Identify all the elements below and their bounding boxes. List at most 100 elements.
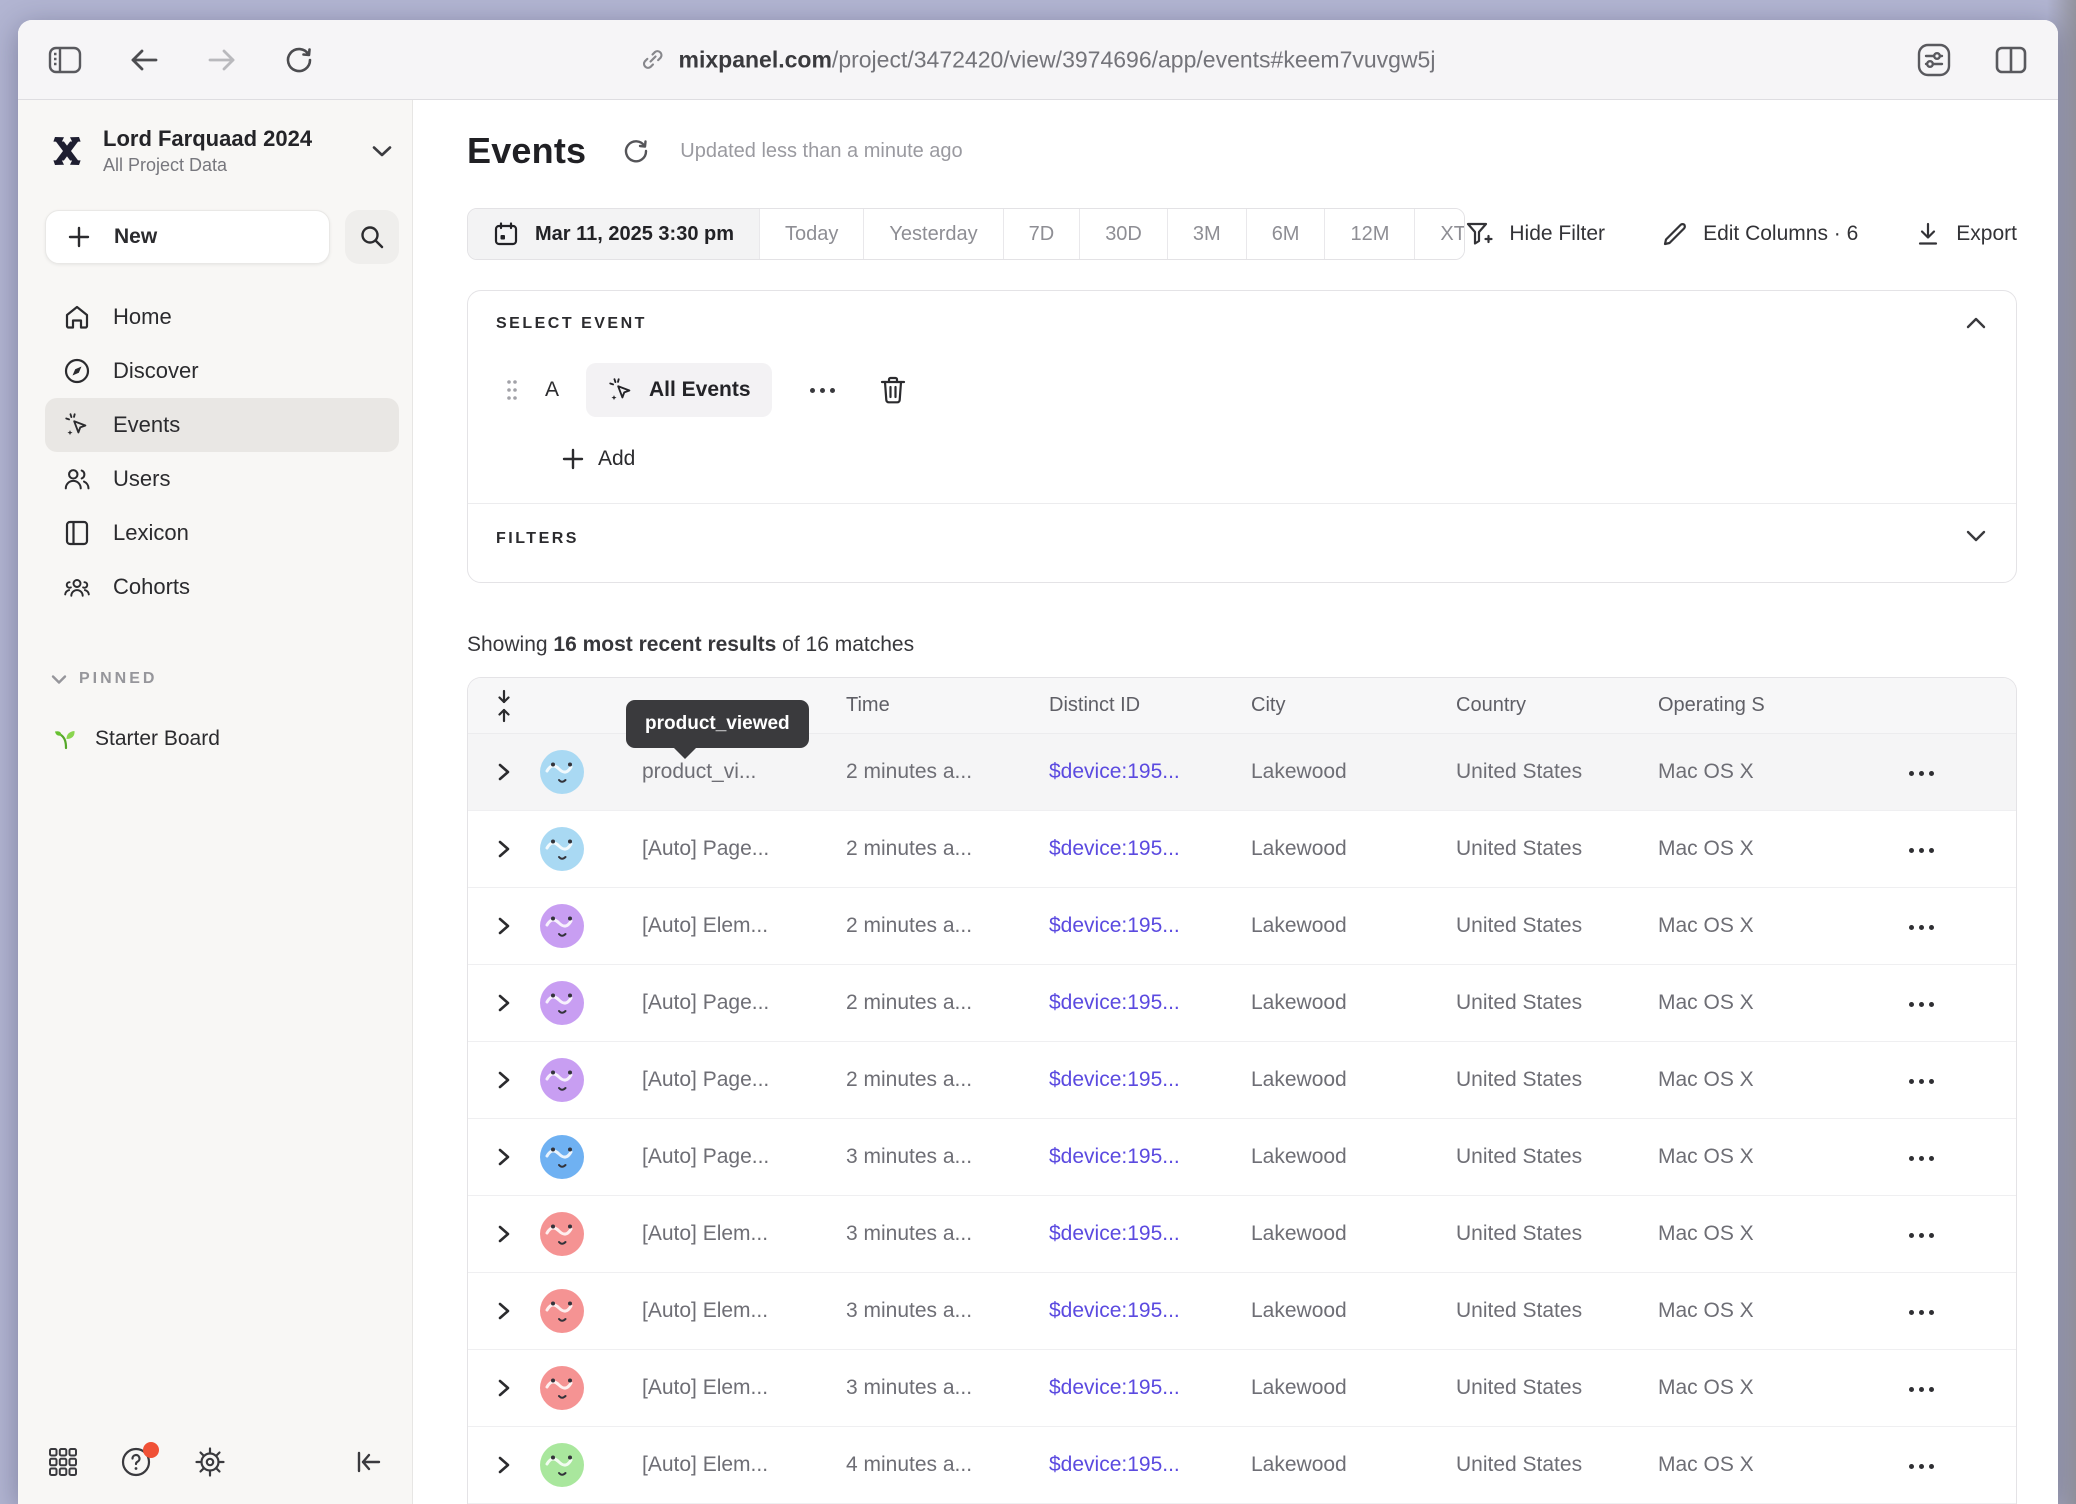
app-sidebar: Lord Farquaad 2024 All Project Data New [18, 100, 413, 1504]
sidebar-item-cohorts[interactable]: Cohorts [45, 560, 399, 614]
apps-grid-button[interactable] [46, 1445, 80, 1479]
hide-filter-button[interactable]: Hide Filter [1465, 220, 1605, 248]
export-button[interactable]: Export [1914, 220, 2017, 248]
sidebar-item-users[interactable]: Users [45, 452, 399, 506]
add-event-button[interactable]: Add [562, 447, 635, 471]
distinct-id[interactable]: $device:195... [1049, 1453, 1251, 1477]
expand-row-button[interactable] [468, 839, 540, 859]
range-7d[interactable]: 7D [1004, 209, 1081, 259]
back-button[interactable] [124, 42, 164, 78]
expand-row-button[interactable] [468, 1070, 540, 1090]
column-header-country[interactable]: Country [1456, 694, 1658, 717]
range-3m[interactable]: 3M [1168, 209, 1247, 259]
event-more-button[interactable] [804, 382, 841, 399]
distinct-id[interactable]: $device:195... [1049, 760, 1251, 784]
row-actions-button[interactable] [1903, 1381, 1940, 1398]
expand-row-button[interactable] [468, 993, 540, 1013]
expand-filters-button[interactable] [1962, 526, 1990, 546]
row-actions-button[interactable] [1903, 765, 1940, 782]
split-view-button[interactable] [1990, 41, 2032, 79]
browser-sidebar-toggle-button[interactable] [44, 42, 86, 78]
range-xtd[interactable]: XTD [1415, 209, 1465, 259]
event-avatar [540, 1058, 584, 1102]
expand-row-button[interactable] [468, 1378, 540, 1398]
column-header-os[interactable]: Operating S [1658, 694, 1870, 717]
distinct-id[interactable]: $device:195... [1049, 1222, 1251, 1246]
event-avatar [540, 1443, 584, 1487]
range-yesterday[interactable]: Yesterday [864, 209, 1003, 259]
sidebar-item-events[interactable]: Events [45, 398, 399, 452]
table-row[interactable]: [Auto] Page... 3 minutes a... $device:19… [468, 1119, 2016, 1196]
drag-handle[interactable] [506, 379, 518, 401]
distinct-id[interactable]: $device:195... [1049, 1068, 1251, 1092]
table-row[interactable]: [Auto] Elem... 4 minutes a... $device:19… [468, 1427, 2016, 1504]
table-row[interactable]: [Auto] Elem... 2 minutes a... $device:19… [468, 888, 2016, 965]
table-row[interactable]: [Auto] Elem... 3 minutes a... $device:19… [468, 1196, 2016, 1273]
row-actions-button[interactable] [1903, 1073, 1940, 1090]
sidebar-item-home[interactable]: Home [45, 290, 399, 344]
event-time: 2 minutes a... [846, 991, 1049, 1015]
date-picker-button[interactable]: Mar 11, 2025 3:30 pm [468, 209, 760, 259]
row-actions-button[interactable] [1903, 1304, 1940, 1321]
new-button[interactable]: New [45, 210, 330, 264]
row-actions-button[interactable] [1903, 996, 1940, 1013]
row-actions-button[interactable] [1903, 1150, 1940, 1167]
table-row[interactable]: [Auto] Page... 2 minutes a... $device:19… [468, 965, 2016, 1042]
table-row[interactable]: [Auto] Page... 2 minutes a... $device:19… [468, 811, 2016, 888]
table-row[interactable]: [Auto] Page... 2 minutes a... $device:19… [468, 1042, 2016, 1119]
expand-row-button[interactable] [468, 916, 540, 936]
collapse-section-button[interactable] [1962, 313, 1990, 333]
browser-settings-button[interactable] [1912, 38, 1956, 82]
distinct-id[interactable]: $device:195... [1049, 914, 1251, 938]
distinct-id[interactable]: $device:195... [1049, 1299, 1251, 1323]
address-bar[interactable]: mixpanel.com/project/3472420/view/397469… [641, 46, 1436, 73]
range-12m[interactable]: 12M [1325, 209, 1415, 259]
expand-row-button[interactable] [468, 1455, 540, 1475]
sidebar-item-label: Lexicon [113, 520, 189, 546]
city: Lakewood [1251, 1376, 1456, 1400]
refresh-button[interactable] [622, 137, 650, 165]
column-header-time[interactable]: Time [846, 694, 1049, 717]
notification-dot [143, 1442, 159, 1458]
event-selector-button[interactable]: All Events [586, 363, 772, 417]
collapse-sidebar-button[interactable] [352, 1447, 384, 1477]
refresh-icon [622, 137, 650, 165]
column-header-city[interactable]: City [1251, 694, 1456, 717]
row-actions-button[interactable] [1903, 1227, 1940, 1244]
column-header-distinct-id[interactable]: Distinct ID [1049, 694, 1251, 717]
sidebar-item-starter-board[interactable]: Starter Board [53, 726, 399, 752]
sort-direction-button[interactable] [491, 685, 517, 727]
sidebar-item-discover[interactable]: Discover [45, 344, 399, 398]
range-today[interactable]: Today [760, 209, 864, 259]
search-icon [359, 224, 385, 250]
forward-button[interactable] [202, 42, 242, 78]
edit-columns-button[interactable]: Edit Columns · 6 [1661, 220, 1858, 248]
forward-arrow-icon [206, 46, 238, 74]
expand-row-button[interactable] [468, 1301, 540, 1321]
pinned-section-toggle[interactable]: PINNED [51, 670, 399, 688]
home-icon [63, 303, 91, 331]
project-switcher[interactable]: Lord Farquaad 2024 All Project Data [45, 122, 399, 176]
row-actions-button[interactable] [1903, 919, 1940, 936]
distinct-id[interactable]: $device:195... [1049, 1376, 1251, 1400]
range-30d[interactable]: 30D [1080, 209, 1168, 259]
expand-row-button[interactable] [468, 762, 540, 782]
range-6m[interactable]: 6M [1247, 209, 1326, 259]
row-actions-button[interactable] [1903, 1458, 1940, 1475]
sidebar-item-lexicon[interactable]: Lexicon [45, 506, 399, 560]
distinct-id[interactable]: $device:195... [1049, 1145, 1251, 1169]
help-button[interactable] [118, 1444, 154, 1480]
search-button[interactable] [345, 210, 399, 264]
expand-row-button[interactable] [468, 1147, 540, 1167]
settings-button[interactable] [192, 1444, 228, 1480]
delete-event-button[interactable] [873, 369, 913, 411]
distinct-id[interactable]: $device:195... [1049, 991, 1251, 1015]
chevron-down-icon [1966, 530, 1986, 542]
table-row[interactable]: [Auto] Elem... 3 minutes a... $device:19… [468, 1350, 2016, 1427]
expand-row-button[interactable] [468, 1224, 540, 1244]
reload-button[interactable] [280, 41, 318, 79]
event-name: [Auto] Elem... [602, 1299, 846, 1323]
table-row[interactable]: [Auto] Elem... 3 minutes a... $device:19… [468, 1273, 2016, 1350]
distinct-id[interactable]: $device:195... [1049, 837, 1251, 861]
row-actions-button[interactable] [1903, 842, 1940, 859]
